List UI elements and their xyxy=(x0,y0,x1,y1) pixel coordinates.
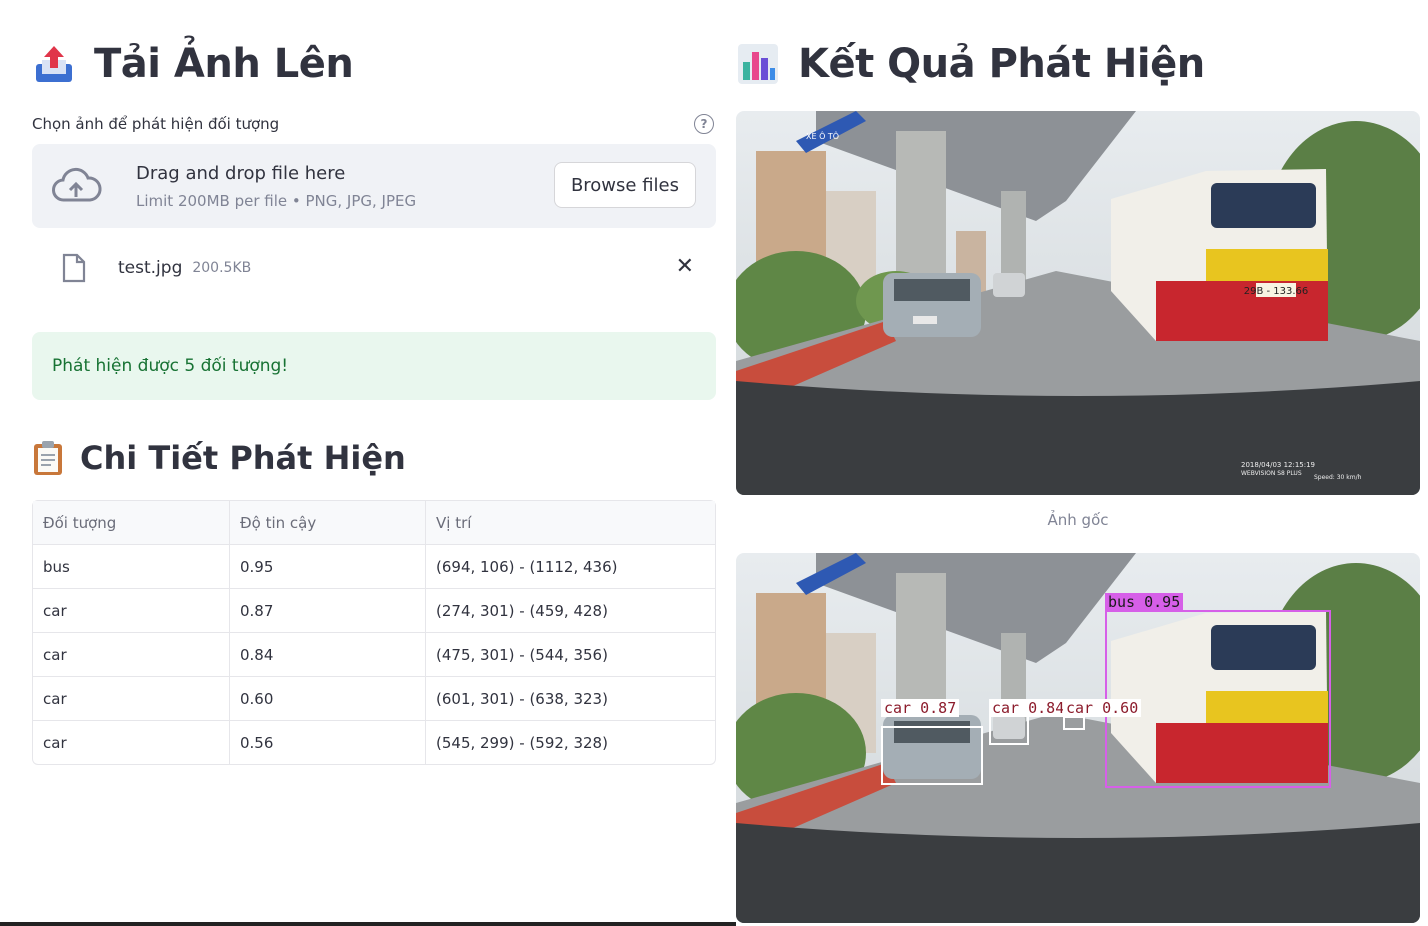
question-circle-icon[interactable]: ? xyxy=(694,114,714,134)
original-image-caption: Ảnh gốc xyxy=(1047,511,1109,529)
table-row: car 0.56 (545, 299) - (592, 328) xyxy=(33,721,715,764)
uploaded-file-size: 200.5KB xyxy=(192,260,252,276)
device-text: WEBVISION S8 PLUS xyxy=(1241,470,1302,477)
bar-chart-icon xyxy=(736,42,780,86)
car-detection-box xyxy=(1063,716,1085,730)
success-alert: Phát hiện được 5 đối tượng! xyxy=(32,332,716,400)
column-header-position[interactable]: Vị trí xyxy=(426,501,715,545)
table-header-row: Đối tượng Độ tin cậy Vị trí xyxy=(33,501,715,545)
upload-title: Tải Ảnh Lên xyxy=(94,41,354,87)
results-header: Kết Quả Phát Hiện xyxy=(736,32,1420,96)
cell-object[interactable]: car xyxy=(33,677,230,721)
upload-tray-icon xyxy=(32,42,76,86)
cell-object[interactable]: car xyxy=(33,721,230,764)
original-image: 29B - 133.66 XE Ô TÔ 2018/04/03 12:15:19… xyxy=(736,111,1420,495)
cell-confidence[interactable]: 0.87 xyxy=(230,589,426,633)
remove-file-close-icon[interactable]: ✕ xyxy=(676,254,694,279)
car-detection-label: car 0.60 xyxy=(1063,699,1142,717)
speed-text: Speed: 30 km/h xyxy=(1314,474,1362,481)
dropzone-text: Drag and drop file here Limit 200MB per … xyxy=(136,163,416,210)
results-title: Kết Quả Phát Hiện xyxy=(798,41,1205,87)
cell-position[interactable]: (601, 301) - (638, 323) xyxy=(426,677,715,721)
car-detection-label: car 0.84 xyxy=(989,699,1068,717)
details-title: Chi Tiết Phát Hiện xyxy=(80,439,406,477)
car-detection-box xyxy=(989,715,1029,745)
car-detection-box xyxy=(881,726,983,785)
cell-position[interactable]: (475, 301) - (544, 356) xyxy=(426,633,715,677)
cell-confidence[interactable]: 0.84 xyxy=(230,633,426,677)
uploaded-file-row: test.jpg 200.5KB ✕ xyxy=(32,242,716,294)
uploader-label-row: Chọn ảnh để phát hiện đối tượng ? xyxy=(32,114,716,134)
uploader-label: Chọn ảnh để phát hiện đối tượng xyxy=(32,115,280,133)
table-row: car 0.84 (475, 301) - (544, 356) xyxy=(33,633,715,677)
cloud-upload-icon xyxy=(52,167,102,202)
car-detection-label: car 0.87 xyxy=(881,699,960,717)
file-limit-text: Limit 200MB per file • PNG, JPG, JPEG xyxy=(136,191,417,210)
table-row: car 0.60 (601, 301) - (638, 323) xyxy=(33,677,715,721)
drop-instruction: Drag and drop file here xyxy=(136,162,346,184)
bus-detection-label: bus 0.95 xyxy=(1105,593,1184,611)
cell-confidence[interactable]: 0.95 xyxy=(230,545,426,589)
table-row: bus 0.95 (694, 106) - (1112, 436) xyxy=(33,545,715,589)
uploaded-file-name: test.jpg xyxy=(118,258,183,278)
details-header: Chi Tiết Phát Hiện xyxy=(32,438,716,478)
bottom-edge-bar xyxy=(0,922,736,926)
file-dropzone[interactable]: Drag and drop file here Limit 200MB per … xyxy=(32,144,716,228)
clipboard-icon xyxy=(32,440,64,476)
cell-position[interactable]: (694, 106) - (1112, 436) xyxy=(426,545,715,589)
sign-text: XE Ô TÔ xyxy=(806,130,839,141)
column-header-confidence[interactable]: Độ tin cậy xyxy=(230,501,426,545)
results-column: Kết Quả Phát Hiện 29B - 133.66 XE Ô TÔ 2… xyxy=(736,0,1420,923)
cell-confidence[interactable]: 0.60 xyxy=(230,677,426,721)
cell-position[interactable]: (274, 301) - (459, 428) xyxy=(426,589,715,633)
detections-table: Đối tượng Độ tin cậy Vị trí bus 0.95 (69… xyxy=(32,500,716,765)
success-message: Phát hiện được 5 đối tượng! xyxy=(52,356,289,376)
browse-files-button[interactable]: Browse files xyxy=(553,162,696,208)
cell-object[interactable]: car xyxy=(33,589,230,633)
upload-column: Tải Ảnh Lên Chọn ảnh để phát hiện đối tư… xyxy=(32,0,716,765)
cell-position[interactable]: (545, 299) - (592, 328) xyxy=(426,721,715,764)
cell-object[interactable]: car xyxy=(33,633,230,677)
table-row: car 0.87 (274, 301) - (459, 428) xyxy=(33,589,715,633)
file-icon xyxy=(62,253,86,283)
timestamp-text: 2018/04/03 12:15:19 xyxy=(1241,461,1315,469)
bus-plate-text: 29B - 133.66 xyxy=(1244,286,1309,297)
cell-confidence[interactable]: 0.56 xyxy=(230,721,426,764)
cell-object[interactable]: bus xyxy=(33,545,230,589)
upload-header: Tải Ảnh Lên xyxy=(32,32,716,96)
column-header-object[interactable]: Đối tượng xyxy=(33,501,230,545)
detection-result-image: bus 0.95 car 0.87 car 0.84 car 0.60 xyxy=(736,553,1420,923)
